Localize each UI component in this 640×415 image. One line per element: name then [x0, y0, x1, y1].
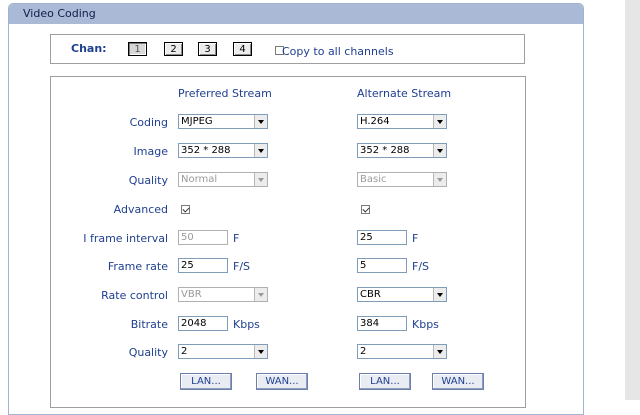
coding-label: Coding — [129, 116, 168, 129]
quality-preset-label: Quality — [128, 174, 168, 187]
alternate-framerate-input[interactable]: 5 — [357, 258, 407, 273]
quality-level-label: Quality — [128, 346, 168, 359]
chevron-down-icon — [254, 173, 267, 186]
chevron-down-icon — [254, 345, 267, 358]
preferred-advanced-checkbox[interactable] — [181, 205, 190, 214]
alternate-quality-level-value: 2 — [360, 346, 367, 357]
iframe-interval-label: I frame interval — [83, 232, 168, 245]
alternate-coding-value: H.264 — [360, 116, 390, 127]
chevron-down-icon — [433, 345, 446, 358]
channel-4-button[interactable]: 4 — [233, 42, 252, 56]
chevron-down-icon — [433, 115, 446, 128]
chan-label: Chan: — [71, 42, 107, 55]
preferred-coding-select[interactable]: MJPEG — [178, 114, 268, 129]
chevron-down-icon — [433, 288, 446, 301]
preferred-lan-button[interactable]: LAN... — [180, 373, 232, 390]
preferred-bitrate-input[interactable]: 2048 — [178, 316, 228, 331]
panel-title: Video Coding — [9, 4, 583, 24]
preferred-stream-heading: Preferred Stream — [178, 87, 272, 100]
channel-2-button[interactable]: 2 — [164, 42, 183, 56]
preferred-quality-select[interactable]: Normal — [178, 172, 268, 187]
image-label: Image — [133, 145, 168, 158]
alternate-quality-select[interactable]: Basic — [357, 172, 447, 187]
preferred-wan-button[interactable]: WAN... — [256, 373, 308, 390]
alternate-image-select[interactable]: 352 * 288 — [357, 143, 447, 158]
alternate-bitrate-unit: Kbps — [412, 318, 439, 331]
bitrate-label: Bitrate — [130, 318, 168, 331]
alternate-advanced-checkbox[interactable] — [361, 205, 370, 214]
alternate-lan-button[interactable]: LAN... — [359, 373, 411, 390]
right-edge-strip — [625, 0, 640, 400]
preferred-quality-level-select[interactable]: 2 — [178, 344, 268, 359]
alternate-image-value: 352 * 288 — [360, 145, 410, 156]
chevron-down-icon — [254, 288, 267, 301]
channel-3-button[interactable]: 3 — [198, 42, 217, 56]
channel-1-button[interactable]: 1 — [128, 42, 147, 56]
preferred-framerate-input[interactable]: 25 — [178, 258, 228, 273]
preferred-ratecontrol-select[interactable]: VBR — [178, 287, 268, 302]
advanced-label: Advanced — [113, 203, 168, 216]
alternate-iframe-input[interactable]: 25 — [357, 230, 407, 245]
preferred-bitrate-unit: Kbps — [233, 318, 260, 331]
preferred-quality-value: Normal — [181, 174, 218, 185]
preferred-ratecontrol-value: VBR — [181, 289, 202, 300]
chevron-down-icon — [433, 144, 446, 157]
alternate-quality-value: Basic — [360, 174, 387, 185]
alternate-wan-button[interactable]: WAN... — [432, 373, 484, 390]
channel-selector: Chan: 1 2 3 4 Copy to all channels — [50, 34, 525, 64]
preferred-image-select[interactable]: 352 * 288 — [178, 143, 268, 158]
preferred-image-value: 352 * 288 — [181, 145, 231, 156]
preferred-coding-value: MJPEG — [181, 116, 213, 127]
alternate-framerate-unit: F/S — [412, 260, 430, 273]
alternate-quality-level-select[interactable]: 2 — [357, 344, 447, 359]
preferred-quality-level-value: 2 — [181, 346, 188, 357]
chevron-down-icon — [254, 115, 267, 128]
alternate-ratecontrol-select[interactable]: CBR — [357, 287, 447, 302]
preferred-framerate-unit: F/S — [233, 260, 251, 273]
chevron-down-icon — [254, 144, 267, 157]
preferred-iframe-unit: F — [233, 232, 240, 245]
alternate-stream-heading: Alternate Stream — [357, 87, 452, 100]
preferred-iframe-input[interactable]: 50 — [178, 230, 228, 245]
rate-control-label: Rate control — [101, 289, 168, 302]
alternate-ratecontrol-value: CBR — [360, 289, 381, 300]
alternate-coding-select[interactable]: H.264 — [357, 114, 447, 129]
chevron-down-icon — [433, 173, 446, 186]
copy-to-all-label: Copy to all channels — [282, 45, 394, 58]
frame-rate-label: Frame rate — [107, 260, 168, 273]
alternate-iframe-unit: F — [412, 232, 419, 245]
alternate-bitrate-input[interactable]: 384 — [357, 316, 407, 331]
